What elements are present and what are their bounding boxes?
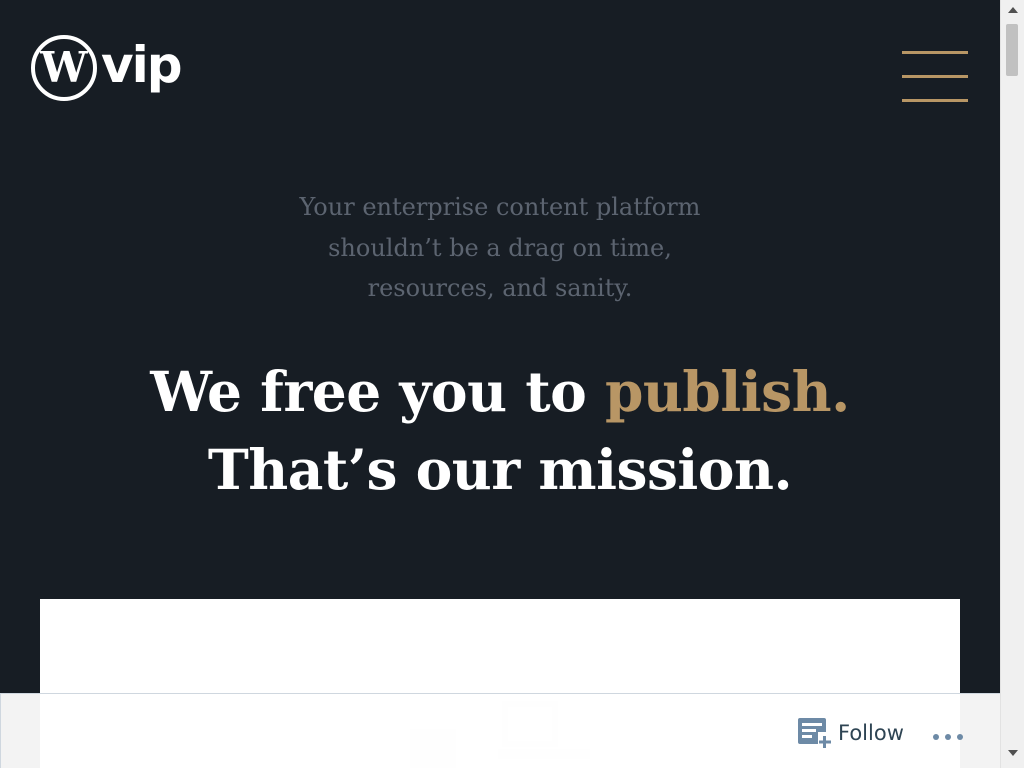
menu-line (902, 75, 968, 78)
hero-headline: We free you to publish. That’s our missi… (60, 353, 940, 509)
wordpress-logo-icon: W (31, 35, 97, 101)
hero-subtitle: Your enterprise content platform shouldn… (200, 187, 800, 309)
headline-accent: publish. (604, 359, 850, 424)
more-options-button[interactable] (931, 730, 965, 744)
follow-label: Follow (838, 721, 904, 745)
follow-bar: Follow (0, 693, 1000, 768)
scroll-up-arrow-icon[interactable] (1008, 7, 1018, 13)
vertical-scrollbar[interactable] (1000, 0, 1024, 768)
ellipsis-icon (957, 734, 963, 740)
hero-subtitle-line: resources, and sanity. (367, 274, 633, 302)
svg-text:W: W (39, 43, 88, 92)
menu-line (902, 51, 968, 54)
scrollbar-thumb[interactable] (1006, 24, 1018, 76)
logo-text: vip (101, 36, 183, 94)
follow-button[interactable]: Follow (796, 716, 904, 750)
reader-follow-icon (798, 718, 832, 750)
headline-line-2: That’s our mission. (207, 437, 793, 502)
page: W vip Your enterprise content platform s… (0, 0, 1000, 768)
ellipsis-icon (933, 734, 939, 740)
ellipsis-icon (945, 734, 951, 740)
hero-subtitle-line: shouldn’t be a drag on time, (328, 233, 672, 262)
hero-subtitle-line: Your enterprise content platform (299, 193, 701, 221)
hamburger-menu-button[interactable] (902, 50, 968, 105)
scroll-down-arrow-icon[interactable] (1008, 750, 1018, 756)
wpvip-logo[interactable]: W vip (31, 33, 183, 103)
menu-line (902, 99, 968, 102)
headline-prefix: We free you to (150, 359, 587, 424)
headline-line-1: We free you to publish. (60, 353, 940, 431)
